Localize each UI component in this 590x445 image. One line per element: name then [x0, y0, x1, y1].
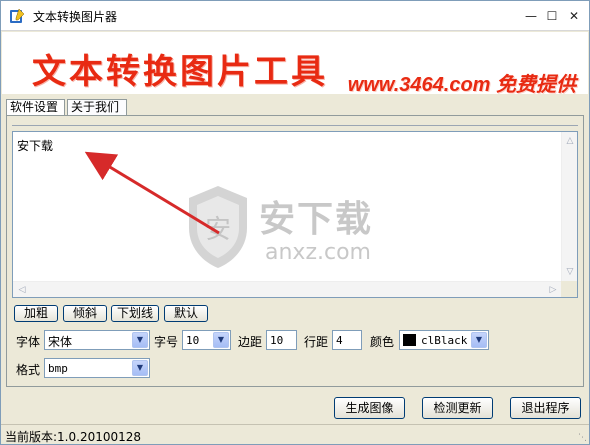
chevron-down-icon[interactable]: ▼	[132, 360, 148, 376]
scroll-up-icon[interactable]: △	[563, 134, 577, 148]
scroll-right-icon[interactable]: ▷	[546, 283, 560, 297]
scroll-left-icon[interactable]: ◁	[15, 283, 29, 297]
app-window: 文本转换图片器 — ☐ ✕ 文本转换图片工具 www.3464.com 免费提供…	[0, 0, 590, 445]
title-bar: 文本转换图片器 — ☐ ✕	[1, 1, 589, 31]
font-value: 宋体	[48, 335, 73, 349]
line-spacing-label: 行距	[304, 335, 329, 349]
chevron-down-icon[interactable]: ▼	[213, 332, 229, 348]
resize-grip-icon[interactable]: ⋱	[578, 433, 587, 443]
watermark-en: anxz.com	[265, 240, 371, 265]
close-button[interactable]: ✕	[563, 6, 585, 26]
chevron-down-icon[interactable]: ▼	[471, 332, 487, 348]
font-label: 字体	[16, 335, 41, 349]
color-value: clBlack	[421, 334, 468, 347]
watermark-shield-icon: 安	[189, 186, 247, 268]
banner: 文本转换图片工具 www.3464.com 免费提供	[2, 32, 588, 96]
watermark-cn: 安下载	[259, 198, 374, 240]
font-select[interactable]: 宋体 ▼	[44, 330, 150, 350]
banner-subtitle: www.3464.com 免费提供	[347, 74, 576, 96]
exit-button[interactable]: 退出程序	[510, 397, 581, 419]
window-title: 文本转换图片器	[33, 10, 118, 24]
banner-title: 文本转换图片工具	[32, 52, 328, 92]
size-value: 10	[186, 334, 200, 347]
version-text: 当前版本:1.0.20100128	[5, 430, 142, 444]
maximize-button[interactable]: ☐	[541, 6, 563, 26]
underline-button[interactable]: 下划线	[111, 305, 159, 322]
line-spacing-input[interactable]: 4	[332, 330, 362, 350]
vertical-scrollbar[interactable]: △ ▽	[561, 132, 577, 281]
margin-input[interactable]: 10	[266, 330, 297, 350]
margin-value: 10	[270, 334, 284, 347]
default-button[interactable]: 默认	[164, 305, 208, 322]
watermark: 安 安下载 anxz.com	[183, 182, 433, 282]
settings-panel: 安下载 安 安下载 anxz.com △ ▽ ◁ ▷ 加粗 倾斜 下划线 默认 …	[6, 115, 584, 387]
chevron-down-icon[interactable]: ▼	[132, 332, 148, 348]
status-bar: 当前版本:1.0.20100128 ⋱	[1, 424, 589, 444]
size-select[interactable]: 10 ▼	[182, 330, 231, 350]
margin-label: 边距	[238, 335, 263, 349]
scroll-down-icon[interactable]: ▽	[563, 265, 577, 279]
line-spacing-value: 4	[336, 334, 343, 347]
tab-about-us[interactable]: 关于我们	[67, 99, 127, 116]
bold-button[interactable]: 加粗	[14, 305, 58, 322]
scroll-corner	[561, 281, 577, 297]
editor-content[interactable]: 安下载	[17, 137, 53, 154]
size-label: 字号	[154, 335, 179, 349]
generate-image-button[interactable]: 生成图像	[334, 397, 405, 419]
svg-text:安: 安	[205, 215, 231, 245]
format-value: bmp	[48, 362, 68, 375]
text-editor[interactable]: 安下载 安 安下载 anxz.com △ ▽ ◁ ▷	[12, 131, 578, 298]
app-icon	[10, 8, 25, 23]
color-label: 颜色	[370, 335, 395, 349]
minimize-button[interactable]: —	[520, 6, 542, 26]
format-select[interactable]: bmp ▼	[44, 358, 150, 378]
italic-button[interactable]: 倾斜	[63, 305, 107, 322]
format-label: 格式	[16, 363, 41, 377]
check-update-button[interactable]: 检测更新	[422, 397, 493, 419]
horizontal-scrollbar[interactable]: ◁ ▷	[13, 281, 562, 297]
color-select[interactable]: clBlack ▼	[399, 330, 489, 350]
divider	[12, 125, 578, 126]
color-swatch	[403, 334, 416, 346]
